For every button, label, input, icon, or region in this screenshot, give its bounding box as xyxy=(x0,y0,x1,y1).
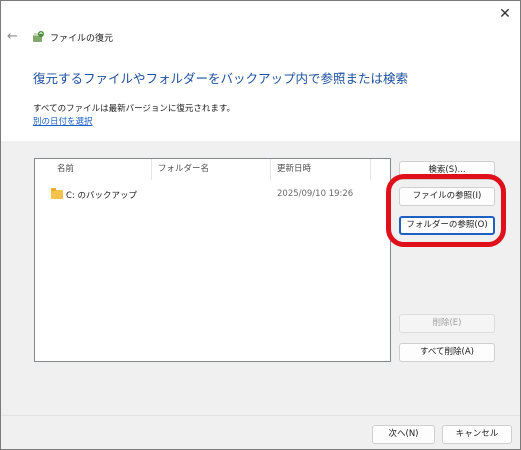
cancel-button[interactable]: キャンセル xyxy=(442,425,512,444)
footer-divider xyxy=(1,415,520,416)
window-title: ファイルの復元 xyxy=(50,34,114,44)
browse-files-button[interactable]: ファイルの参照(I) xyxy=(399,187,495,206)
restore-description: すべてのファイルは最新バージョンに復元されます。 xyxy=(33,104,236,114)
remove-all-button[interactable]: すべて削除(A) xyxy=(399,343,495,362)
column-header-modified[interactable]: 更新日時 xyxy=(271,159,371,180)
item-modified: 2025/09/10 19:26 xyxy=(277,189,354,199)
browse-folders-button[interactable]: フォルダーの参照(O) xyxy=(399,216,495,235)
list-item[interactable]: C: のバックアップ 2025/09/10 19:26 xyxy=(35,187,390,205)
remove-button: 削除(E) xyxy=(399,314,495,333)
file-restore-window: ✕ ← ファイルの復元 復元するファイルやフォルダーをバックアップ内で参照または… xyxy=(0,0,521,450)
list-header: 名前 フォルダー名 更新日時 xyxy=(35,159,390,180)
highlight-annotation xyxy=(386,174,506,247)
close-icon[interactable]: ✕ xyxy=(494,3,516,25)
wizard-header: ← ファイルの復元 復元するファイルやフォルダーをバックアップ内で参照または検索… xyxy=(1,25,520,141)
item-name: C: のバックアップ xyxy=(66,191,138,201)
next-button[interactable]: 次へ(N) xyxy=(372,425,435,444)
search-button[interactable]: 検索(S)... xyxy=(399,161,495,180)
column-header-name[interactable]: 名前 xyxy=(35,159,152,180)
backup-restore-icon xyxy=(33,31,44,42)
column-header-folder[interactable]: フォルダー名 xyxy=(152,159,271,180)
backup-file-list[interactable]: 名前 フォルダー名 更新日時 C: のバックアップ 2025/09/10 19:… xyxy=(34,158,391,362)
choose-different-date-link[interactable]: 別の日付を選択 xyxy=(33,115,93,127)
back-arrow-icon[interactable]: ← xyxy=(7,29,18,44)
folder-icon xyxy=(51,188,63,199)
page-heading: 復元するファイルやフォルダーをバックアップ内で参照または検索 xyxy=(33,71,409,86)
